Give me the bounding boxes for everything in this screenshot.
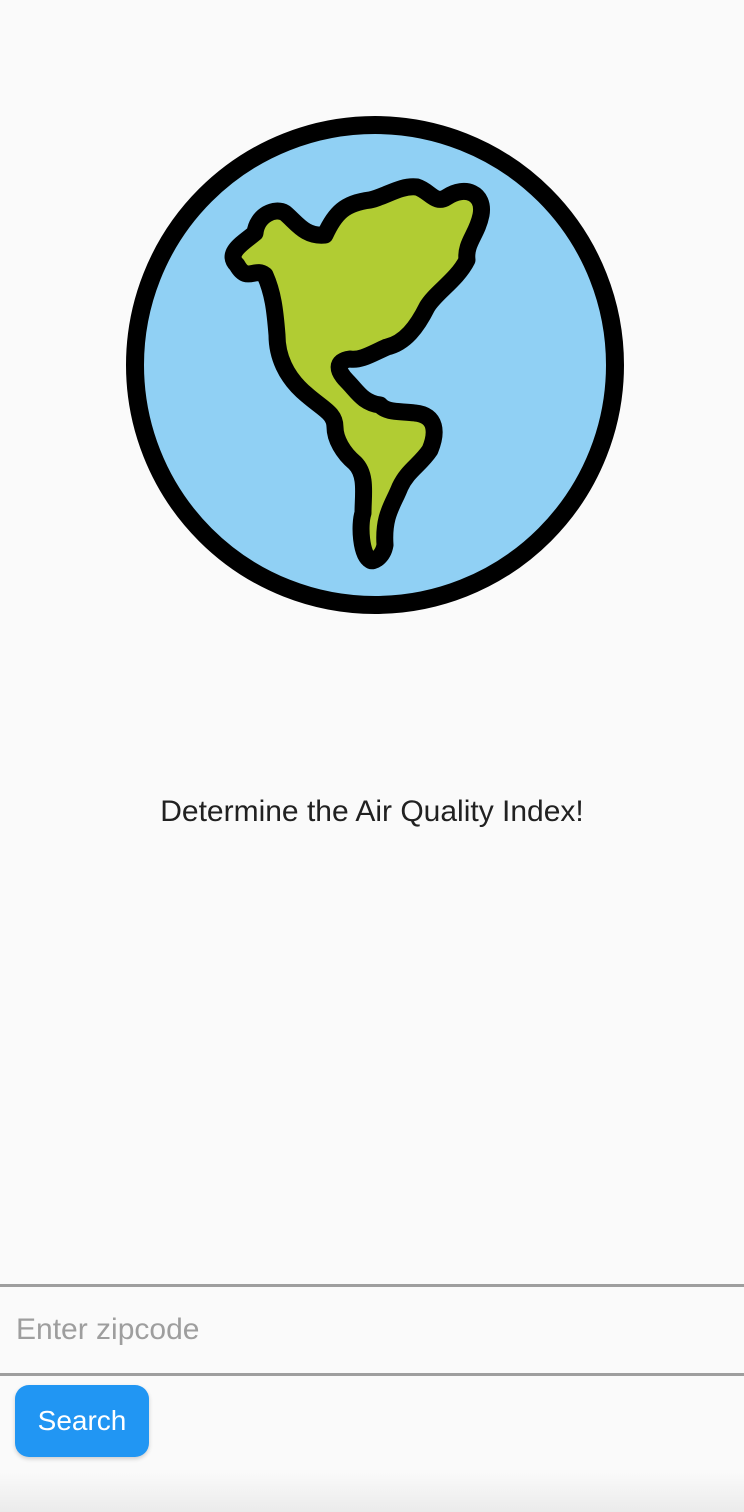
globe-americas-icon — [125, 115, 625, 615]
bottom-shade — [0, 1472, 744, 1512]
zipcode-field[interactable] — [0, 1284, 744, 1376]
zipcode-input[interactable] — [0, 1287, 744, 1373]
search-button[interactable]: Search — [15, 1385, 149, 1457]
page-title: Determine the Air Quality Index! — [160, 795, 584, 828]
